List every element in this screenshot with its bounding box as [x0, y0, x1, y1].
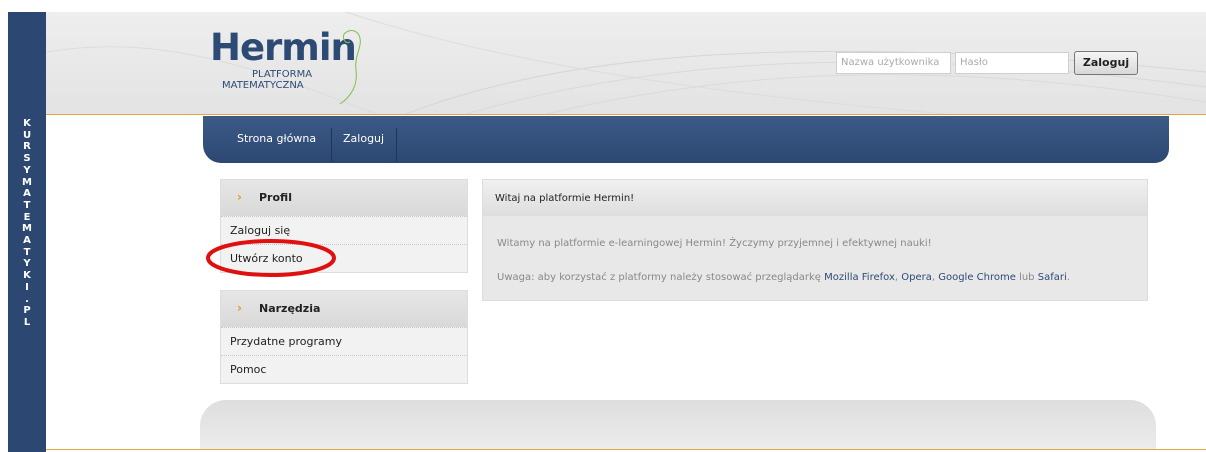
tools-box: › Narzędzia Przydatne programy Pomoc — [220, 290, 468, 384]
separator: lub — [1015, 272, 1038, 283]
chevron-right-icon: › — [237, 190, 242, 204]
nav-item-home[interactable]: Strona główna — [237, 132, 316, 145]
ferret-icon — [339, 30, 361, 105]
side-strip: K U R S Y M A T E M A T Y K I . P L — [8, 12, 46, 452]
side-letter: Y — [23, 258, 31, 270]
side-strip-text: K U R S Y M A T E M A T Y K I . P L — [8, 118, 46, 329]
side-letter: T — [23, 199, 31, 211]
browser-notice-text: Uwaga: aby korzystać z platformy należy … — [497, 272, 825, 283]
side-letter: M — [22, 223, 32, 235]
welcome-panel: Witaj na platformie Hermin! Witamy na pl… — [482, 179, 1148, 301]
tools-box-header: › Narzędzia — [221, 291, 467, 327]
profile-box-header: › Profil — [221, 180, 467, 216]
help-link[interactable]: Pomoc — [221, 355, 467, 383]
side-letter: L — [23, 316, 31, 328]
safari-link[interactable]: Safari — [1038, 272, 1067, 283]
side-letter: T — [23, 246, 31, 258]
side-letter: I — [25, 281, 29, 293]
nav-item-login[interactable]: Zaloguj — [343, 132, 384, 145]
chevron-right-icon: › — [237, 301, 242, 315]
chrome-link[interactable]: Google Chrome — [938, 272, 1016, 283]
highlight-ellipse — [206, 239, 336, 277]
tools-box-title: Narzędzia — [259, 302, 321, 315]
password-input[interactable]: Hasło — [955, 52, 1069, 74]
main-nav: Strona główna Zaloguj — [203, 116, 1169, 163]
firefox-link[interactable]: Mozilla Firefox — [824, 272, 895, 283]
side-letter: P — [23, 305, 31, 317]
logo-line-2: MATEMATYCZNA — [222, 80, 304, 91]
profile-box-title: Profil — [259, 191, 292, 204]
side-letter: S — [23, 153, 31, 165]
side-letter: U — [22, 129, 32, 141]
footer-divider — [46, 449, 1206, 450]
header-divider — [46, 114, 1206, 115]
logo-line-1: PLATFORMA — [252, 69, 313, 80]
welcome-message: Witamy na platformie e-learningowej Herm… — [497, 238, 932, 249]
username-input[interactable]: Nazwa użytkownika — [836, 52, 951, 74]
side-letter: E — [23, 211, 31, 223]
opera-link[interactable]: Opera — [901, 272, 932, 283]
nav-separator — [396, 128, 397, 162]
header: Hermin PLATFORMA MATEMATYCZNA Nazwa użyt… — [46, 12, 1206, 114]
useful-programs-link[interactable]: Przydatne programy — [221, 327, 467, 355]
footer — [200, 400, 1156, 450]
side-letter: M — [22, 176, 32, 188]
side-letter: K — [23, 270, 31, 282]
browser-notice: Uwaga: aby korzystać z platformy należy … — [497, 272, 1070, 283]
side-letter: R — [23, 141, 31, 153]
side-letter: K — [23, 118, 31, 129]
welcome-header: Witaj na platformie Hermin! — [483, 180, 1147, 216]
login-button[interactable]: Zaloguj — [1074, 51, 1138, 75]
logo[interactable]: Hermin PLATFORMA MATEMATYCZNA — [210, 26, 370, 106]
side-letter: A — [23, 188, 31, 200]
welcome-title: Witaj na platformie Hermin! — [495, 193, 635, 204]
period: . — [1066, 272, 1070, 283]
side-letter: Y — [23, 164, 31, 176]
side-letter: . — [25, 293, 29, 305]
side-letter: A — [23, 235, 31, 247]
nav-separator — [331, 128, 332, 162]
